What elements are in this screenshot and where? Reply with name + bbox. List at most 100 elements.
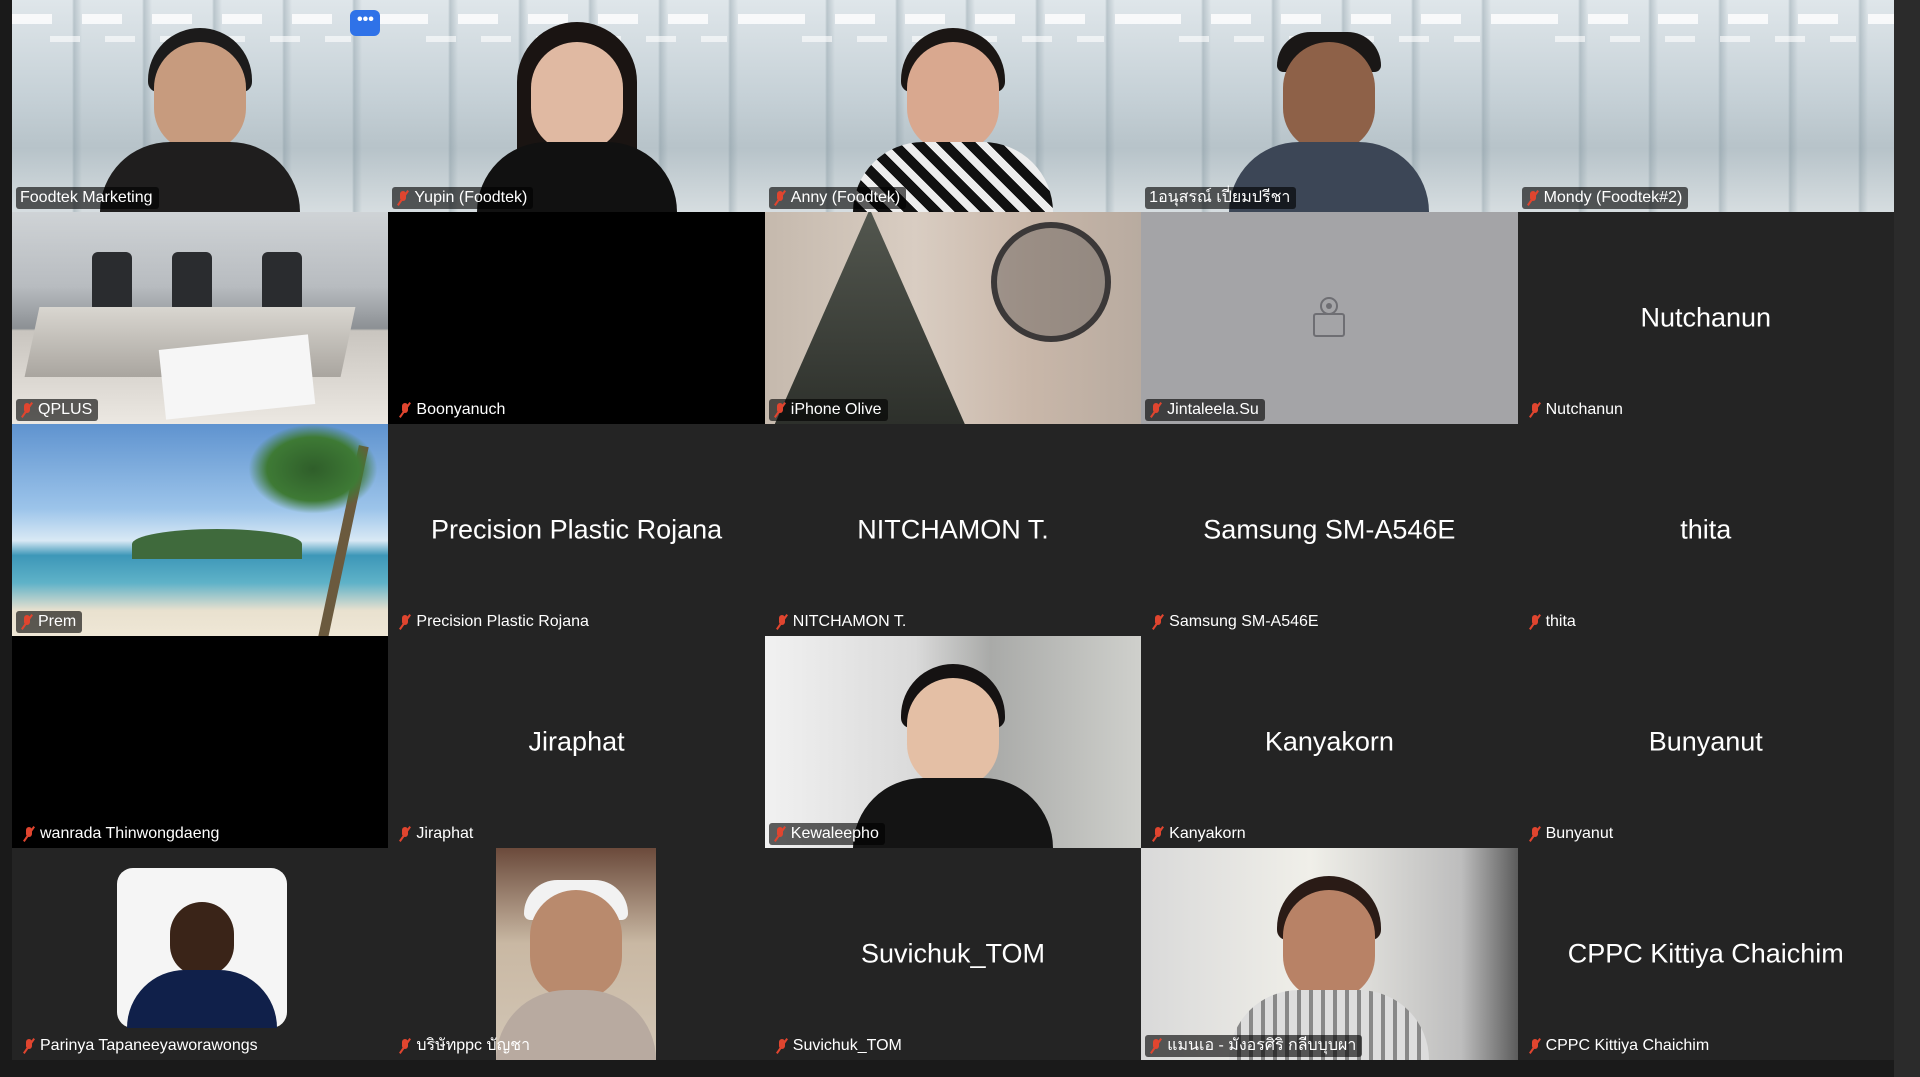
participant-name: Jiraphat	[416, 825, 474, 842]
participant-name: Foodtek Marketing	[20, 189, 153, 206]
participant-name: Nutchanun	[1545, 401, 1623, 418]
participant-name: NITCHAMON T.	[792, 613, 907, 630]
participant-name: CPPC Kittiya Chaichim	[1545, 1037, 1710, 1054]
participant-name-label: Jintaleela.Su	[1145, 399, 1265, 421]
muted-mic-icon	[773, 826, 787, 842]
participant-tile-prem[interactable]: Prem	[12, 424, 389, 636]
participant-name: แมนเอ - มังอรศิริ กลีบบุบผา	[1167, 1037, 1357, 1054]
participant-name-label: Kanyakorn	[1147, 823, 1252, 845]
participant-name-label: Precision Plastic Rojana	[394, 611, 595, 633]
participant-tile-samsung[interactable]: Samsung SM-A546E Samsung SM-A546E	[1141, 424, 1518, 636]
participant-tile-mondy[interactable]: Mondy (Foodtek#2)	[1517, 0, 1894, 212]
participant-name-label: iPhone Olive	[768, 399, 888, 421]
muted-mic-icon	[398, 614, 412, 630]
participant-tile-parinya[interactable]: Parinya Tapaneeyaworawongs	[12, 848, 389, 1060]
participant-tile-nutchanun[interactable]: Nutchanun Nutchanun	[1517, 212, 1894, 424]
participant-tile-kewaleepho[interactable]: Kewaleepho	[764, 636, 1142, 848]
participant-video	[12, 212, 389, 424]
muted-mic-icon	[773, 402, 787, 418]
participant-name-label: Kewaleepho	[768, 823, 885, 845]
participant-tile-jiraphat[interactable]: Jiraphat Jiraphat	[388, 636, 765, 848]
muted-mic-icon	[1528, 614, 1542, 630]
participant-name-label: QPLUS	[16, 399, 99, 421]
participant-name-label: บริษัทppc บัญชา	[394, 1035, 536, 1057]
participant-name: thita	[1545, 613, 1576, 630]
participant-tile-suvichuk[interactable]: Suvichuk_TOM Suvichuk_TOM	[764, 848, 1142, 1060]
muted-mic-icon	[20, 402, 34, 418]
participant-tile-kanyakorn[interactable]: Kanyakorn Kanyakorn	[1141, 636, 1518, 848]
participant-tile-precision-plastic[interactable]: Precision Plastic Rojana Precision Plast…	[388, 424, 765, 636]
muted-mic-icon	[396, 190, 410, 206]
participant-tile-anusorn[interactable]: 1อนุสรณ์ เปี่ยมปรีชา	[1141, 0, 1518, 212]
muted-mic-icon	[20, 614, 34, 630]
participant-name: Jintaleela.Su	[1167, 401, 1259, 418]
participant-tile-qplus[interactable]: QPLUS	[12, 212, 389, 424]
participant-display-name: Kanyakorn	[1264, 726, 1394, 757]
participant-name: QPLUS	[38, 401, 93, 418]
participant-name: บริษัทppc บัญชา	[416, 1037, 531, 1054]
window-edge	[1894, 0, 1920, 1077]
participant-display-name: Samsung SM-A546E	[1203, 514, 1456, 545]
participant-display-name: CPPC Kittiya Chaichim	[1567, 938, 1844, 969]
participant-name-label: Boonyanuch	[394, 399, 511, 421]
video-grid: ••• Foodtek Marketing Yupin (Foodtek) An…	[12, 0, 1894, 1060]
participant-name: Mondy (Foodtek#2)	[1543, 189, 1683, 206]
zoom-gallery-view: ••• Foodtek Marketing Yupin (Foodtek) An…	[0, 0, 1920, 1077]
participant-name: 1อนุสรณ์ เปี่ยมปรีชา	[1149, 189, 1291, 206]
participant-display-name: Precision Plastic Rojana	[431, 514, 723, 545]
participant-tile-iphone-olive[interactable]: iPhone Olive	[764, 212, 1142, 424]
muted-mic-icon	[1526, 190, 1540, 206]
participant-name: Anny (Foodtek)	[790, 189, 901, 206]
participant-name-label: NITCHAMON T.	[771, 611, 912, 633]
participant-name: Boonyanuch	[416, 401, 506, 418]
participant-name-label: Prem	[16, 611, 83, 633]
participant-name-label: Bunyanut	[1524, 823, 1620, 845]
muted-mic-icon	[398, 1038, 412, 1054]
participant-tile-manae[interactable]: แมนเอ - มังอรศิริ กลีบบุบผา	[1141, 848, 1518, 1060]
muted-mic-icon	[1151, 614, 1165, 630]
participant-name-label: Foodtek Marketing	[16, 187, 159, 209]
participant-tile-boonyanuch[interactable]: Boonyanuch	[388, 212, 765, 424]
participant-tile-bunyanut[interactable]: Bunyanut Bunyanut	[1517, 636, 1894, 848]
participant-tile-wanrada[interactable]: wanrada Thinwongdaeng	[12, 636, 389, 848]
participant-silhouette	[100, 12, 301, 212]
participant-name: Parinya Tapaneeyaworawongs	[40, 1037, 258, 1054]
participant-video	[764, 212, 1142, 424]
participant-tile-ppc-bancha[interactable]: บริษัทppc บัญชา	[388, 848, 765, 1060]
participant-name-label: Samsung SM-A546E	[1147, 611, 1324, 633]
muted-mic-icon	[1528, 1038, 1542, 1054]
participant-display-name: Suvichuk_TOM	[860, 938, 1046, 969]
more-options-button[interactable]: •••	[350, 10, 381, 36]
participant-silhouette	[852, 648, 1053, 848]
participant-tile-foodtek-marketing[interactable]: ••• Foodtek Marketing	[12, 0, 389, 212]
participant-name: Samsung SM-A546E	[1169, 613, 1319, 630]
participant-tile-anny[interactable]: Anny (Foodtek)	[764, 0, 1142, 212]
participant-name: Yupin (Foodtek)	[414, 189, 528, 206]
muted-mic-icon	[775, 1038, 789, 1054]
participant-display-name: Nutchanun	[1640, 302, 1772, 333]
muted-mic-icon	[22, 826, 36, 842]
participant-name-label: Nutchanun	[1524, 399, 1629, 421]
muted-mic-icon	[1151, 826, 1165, 842]
participant-tile-thita[interactable]: thita thita	[1517, 424, 1894, 636]
muted-mic-icon	[398, 826, 412, 842]
participant-name: Kanyakorn	[1169, 825, 1246, 842]
participant-display-name: Jiraphat	[528, 726, 625, 757]
participant-name-label: Mondy (Foodtek#2)	[1521, 187, 1689, 209]
participant-name-label: Jiraphat	[394, 823, 479, 845]
participant-name: Kewaleepho	[790, 825, 879, 842]
participant-video	[1517, 0, 1894, 212]
participant-display-name: NITCHAMON T.	[857, 514, 1049, 545]
participant-tile-jintaleela[interactable]: Jintaleela.Su	[1141, 212, 1518, 424]
muted-mic-icon	[398, 402, 412, 418]
participant-tile-cppc-kittiya[interactable]: CPPC Kittiya Chaichim CPPC Kittiya Chaic…	[1517, 848, 1894, 1060]
muted-mic-icon	[1528, 402, 1542, 418]
participant-name-label: Anny (Foodtek)	[768, 187, 907, 209]
participant-name-label: Suvichuk_TOM	[771, 1035, 908, 1057]
participant-name: wanrada Thinwongdaeng	[40, 825, 220, 842]
participant-name: Suvichuk_TOM	[792, 1037, 902, 1054]
participant-tile-yupin[interactable]: Yupin (Foodtek)	[388, 0, 765, 212]
participant-silhouette	[1229, 12, 1430, 212]
participant-avatar-image	[117, 868, 287, 1028]
participant-tile-nitchamon[interactable]: NITCHAMON T. NITCHAMON T.	[764, 424, 1142, 636]
